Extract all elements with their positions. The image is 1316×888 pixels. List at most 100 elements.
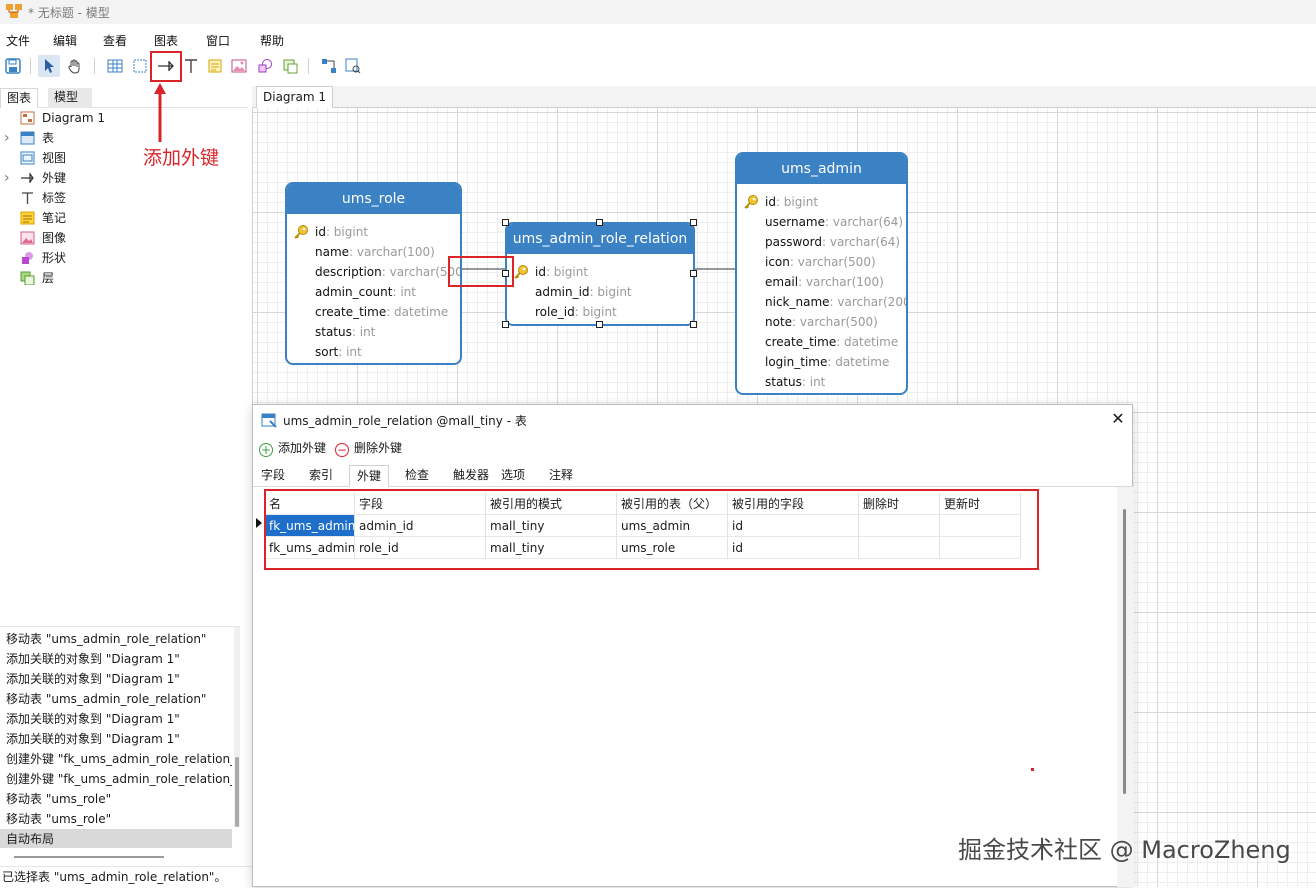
menu-edit[interactable]: 编辑 xyxy=(53,32,77,49)
label-icon xyxy=(20,191,35,205)
table-tool-icon[interactable] xyxy=(104,55,126,77)
chevron-right-icon[interactable]: › xyxy=(4,128,10,148)
red-mark xyxy=(1031,768,1034,771)
tab-model[interactable]: 模型 xyxy=(48,88,92,108)
app-icon xyxy=(6,4,22,18)
table-column: id: bigint xyxy=(315,222,368,242)
history-item[interactable]: 自动布局 xyxy=(0,829,232,848)
primary-key-icon xyxy=(513,264,529,280)
tree-item-layer[interactable]: 层 xyxy=(0,268,248,288)
column-type: : varchar(64) xyxy=(821,235,901,249)
column-name: nick_name xyxy=(765,295,830,309)
column-name: email xyxy=(765,275,799,289)
table-ums-admin-role-relation[interactable]: ums_admin_role_relation id: bigint admin_… xyxy=(505,222,695,326)
history-item[interactable]: 移动表 "ums_admin_role_relation" xyxy=(6,689,232,709)
history-item[interactable]: 移动表 "ums_role" xyxy=(6,809,232,829)
primary-key-icon xyxy=(293,224,309,240)
tab-diagram-1[interactable]: Diagram 1 xyxy=(256,86,333,109)
menu-view[interactable]: 查看 xyxy=(103,32,127,49)
table-column: login_time: datetime xyxy=(765,352,889,372)
tree-item-image[interactable]: 图像 xyxy=(0,228,248,248)
table-column: create_time: datetime xyxy=(765,332,898,352)
tab-checks[interactable]: 检查 xyxy=(398,465,436,487)
menu-window[interactable]: 窗口 xyxy=(206,32,230,49)
tab-indexes[interactable]: 索引 xyxy=(302,465,340,487)
table-column: name: varchar(100) xyxy=(315,242,435,262)
resize-handle[interactable] xyxy=(502,321,509,328)
tab-options[interactable]: 选项 xyxy=(494,465,532,487)
table-ums-role[interactable]: ums_role id: bigint name: varchar(100) des… xyxy=(285,182,462,365)
column-name: create_time xyxy=(315,305,387,319)
history-item[interactable]: 添加关联的对象到 "Diagram 1" xyxy=(6,649,232,669)
column-name: id xyxy=(315,225,326,239)
menu-bar: 文件 编辑 查看 图表 窗口 帮助 xyxy=(0,28,1316,50)
history-scroll-thumb[interactable] xyxy=(235,757,239,827)
diagram-icon xyxy=(20,111,35,125)
watermark: 掘金技术社区 @ MacroZheng xyxy=(958,836,1291,864)
tab-triggers[interactable]: 触发器 xyxy=(446,465,496,487)
table-column: note: varchar(500) xyxy=(765,312,878,332)
close-icon[interactable]: ✕ xyxy=(1109,409,1127,428)
pointer-icon[interactable] xyxy=(38,55,60,77)
grid-highlight-box xyxy=(264,489,1039,570)
chevron-right-icon[interactable]: › xyxy=(4,168,10,188)
menu-help[interactable]: 帮助 xyxy=(260,32,284,49)
column-type: : datetime xyxy=(836,335,899,349)
resize-handle[interactable] xyxy=(502,219,509,226)
menu-file[interactable]: 文件 xyxy=(6,32,30,49)
window-title: * 无标题 - 模型 xyxy=(28,6,110,20)
layer-tool-icon[interactable] xyxy=(279,55,301,77)
column-name: id xyxy=(535,265,546,279)
history-item[interactable]: 移动表 "ums_role" xyxy=(6,789,232,809)
resize-handle[interactable] xyxy=(690,219,697,226)
preview-icon[interactable] xyxy=(342,55,364,77)
tree-item-label[interactable]: 标签 xyxy=(0,188,248,208)
tab-diagram[interactable]: 图表 xyxy=(0,88,39,108)
column-name: status xyxy=(315,325,352,339)
resize-handle[interactable] xyxy=(690,270,697,277)
label-tool-icon[interactable] xyxy=(180,55,202,77)
history-item[interactable]: 添加关联的对象到 "Diagram 1" xyxy=(6,729,232,749)
note-tool-icon[interactable] xyxy=(204,55,226,77)
table-header: ums_role xyxy=(287,184,460,214)
column-type: : int xyxy=(351,325,376,339)
tree-item-note[interactable]: 笔记 xyxy=(0,208,248,228)
tree-item-diagram[interactable]: Diagram 1 xyxy=(0,108,248,128)
table-column: role_id: bigint xyxy=(535,302,617,322)
table-column: admin_id: bigint xyxy=(535,282,632,302)
column-type: : int xyxy=(801,375,826,389)
history-item[interactable]: 添加关联的对象到 "Diagram 1" xyxy=(6,669,232,689)
history-horizontal-scrollbar[interactable] xyxy=(14,856,164,858)
table-ums-admin[interactable]: ums_admin id: bigint username: varchar(64… xyxy=(735,152,908,395)
tab-fields[interactable]: 字段 xyxy=(254,465,292,487)
shape-tool-icon[interactable] xyxy=(254,55,276,77)
delete-foreign-key-button[interactable]: − 删除外键 xyxy=(335,439,402,459)
hand-icon[interactable] xyxy=(64,55,86,77)
column-name: sort xyxy=(315,345,339,359)
connector-highlight-box xyxy=(448,256,514,287)
table-column: username: varchar(64) xyxy=(765,212,903,232)
add-foreign-key-button[interactable]: + 添加外键 xyxy=(259,439,326,459)
resize-handle[interactable] xyxy=(596,321,603,328)
menu-diagram[interactable]: 图表 xyxy=(154,32,178,49)
save-icon[interactable] xyxy=(2,55,24,77)
tab-foreign-keys[interactable]: 外键 xyxy=(349,465,390,487)
tree-item-shape[interactable]: 形状 xyxy=(0,248,248,268)
history-item[interactable]: 移动表 "ums_admin_role_relation" xyxy=(6,629,232,649)
table-column: id: bigint xyxy=(765,192,818,212)
resize-handle[interactable] xyxy=(690,321,697,328)
column-type: : varchar(500) xyxy=(789,255,876,269)
tree-item-foreign-key[interactable]: › 外键 xyxy=(0,168,248,188)
history-item[interactable]: 添加关联的对象到 "Diagram 1" xyxy=(6,709,232,729)
column-name: status xyxy=(765,375,802,389)
tab-comments[interactable]: 注释 xyxy=(542,465,580,487)
view-tool-icon[interactable] xyxy=(129,55,151,77)
history-item[interactable]: 创建外键 "fk_ums_admin_role_relation_u xyxy=(6,749,232,769)
dialog-scrollbar[interactable] xyxy=(1123,509,1126,794)
auto-layout-icon[interactable] xyxy=(318,55,340,77)
image-tool-icon[interactable] xyxy=(228,55,250,77)
history-item[interactable]: 创建外键 "fk_ums_admin_role_relation_u xyxy=(6,769,232,789)
column-type: : int xyxy=(338,345,362,359)
resize-handle[interactable] xyxy=(596,219,603,226)
annotation-arrow-icon xyxy=(154,83,166,142)
